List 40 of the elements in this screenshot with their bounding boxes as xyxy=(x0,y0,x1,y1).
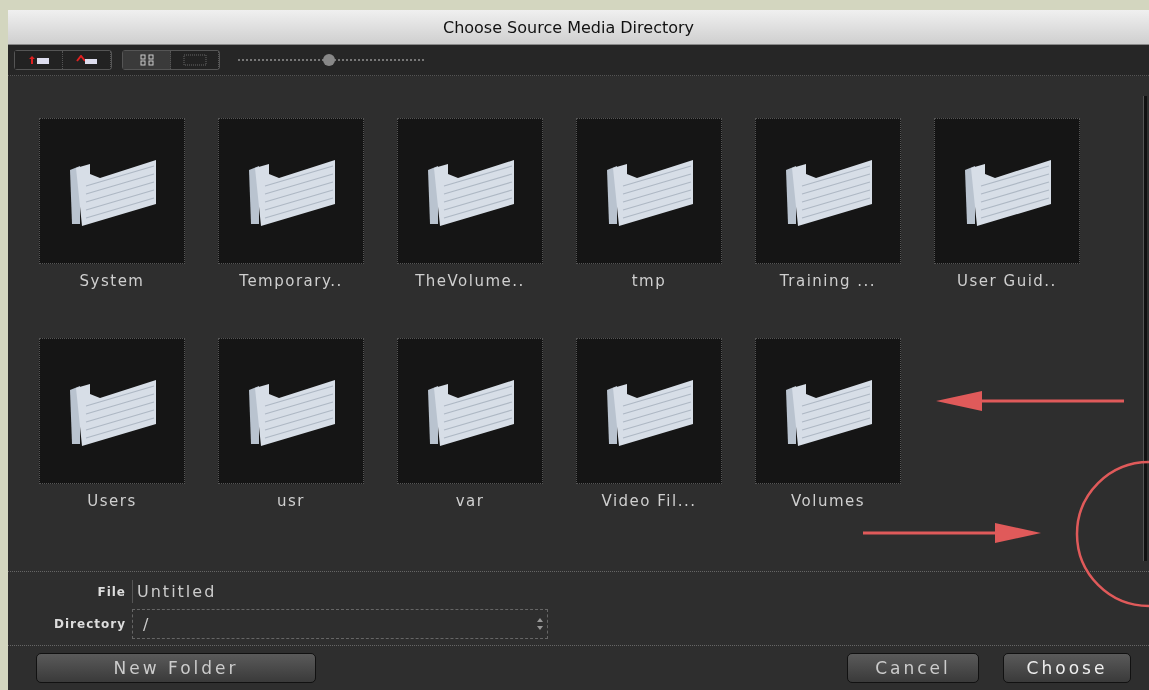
folder-tile[interactable] xyxy=(755,338,901,484)
grid-icon xyxy=(139,54,154,66)
list-icon xyxy=(182,54,207,66)
folder-tile[interactable] xyxy=(397,338,543,484)
choose-button[interactable]: Choose xyxy=(1003,653,1131,683)
folder-tile[interactable] xyxy=(397,118,543,264)
folder-name: Users xyxy=(87,492,137,510)
folder-tile[interactable] xyxy=(755,118,901,264)
folder-name: Training ... xyxy=(779,272,877,290)
folder-tile[interactable] xyxy=(218,338,364,484)
file-name-field[interactable]: Untitled xyxy=(132,580,541,603)
folder-name: Temporary.. xyxy=(239,272,343,290)
up-arrow-folder-icon xyxy=(27,55,50,65)
folder-tile[interactable] xyxy=(218,118,364,264)
folder-tile[interactable] xyxy=(934,118,1080,264)
new-folder-button[interactable]: New Folder xyxy=(36,653,316,683)
home-folder-icon xyxy=(75,55,98,65)
icon-view-button[interactable] xyxy=(123,51,171,69)
window-title: Choose Source Media Directory xyxy=(442,17,696,37)
file-label: File xyxy=(96,584,126,599)
folder-name: Volumes xyxy=(790,492,866,510)
folder-tile[interactable] xyxy=(39,118,185,264)
folder-name: System xyxy=(79,272,145,290)
folder-name: User Guid.. xyxy=(957,272,1057,290)
folder-name: Video Fil... xyxy=(601,492,697,510)
zoom-slider[interactable] xyxy=(238,53,424,67)
folder-name: tmp xyxy=(631,272,667,290)
folder-tile[interactable] xyxy=(576,118,722,264)
directory-label: Directory xyxy=(53,617,126,631)
directory-dropdown[interactable]: / xyxy=(132,609,548,639)
scrollbar[interactable] xyxy=(1143,96,1147,561)
home-button[interactable] xyxy=(63,51,111,69)
folder-tile[interactable] xyxy=(39,338,185,484)
stepper-icon xyxy=(537,617,543,631)
folder-name: usr xyxy=(277,492,305,510)
back-button[interactable] xyxy=(15,51,63,69)
folder-tile[interactable] xyxy=(576,338,722,484)
folder-name: var xyxy=(455,492,485,510)
cancel-button[interactable]: Cancel xyxy=(847,653,979,683)
folder-name: TheVolume.. xyxy=(415,272,525,290)
